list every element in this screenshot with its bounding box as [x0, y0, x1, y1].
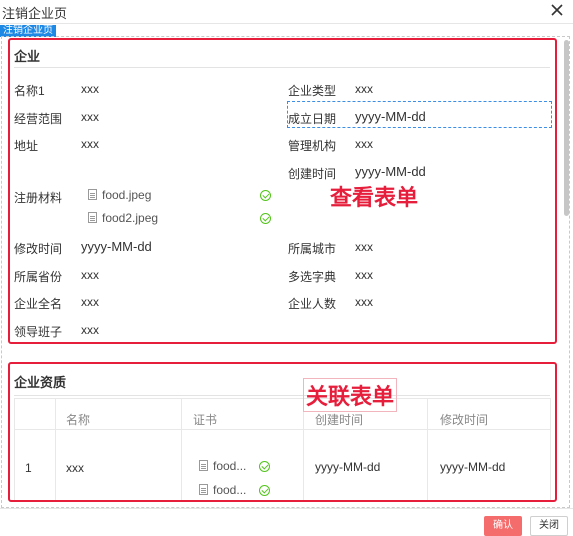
related-form-annotation-box — [8, 362, 557, 502]
confirm-button[interactable]: 确认 — [484, 516, 522, 536]
dialog-title: 注销企业页 — [2, 6, 68, 21]
scrollbar-thumb[interactable] — [564, 40, 569, 216]
view-form-annotation-box — [8, 38, 557, 344]
dialog-titlebar: 注销企业页 — [0, 0, 573, 24]
close-icon[interactable] — [549, 2, 565, 18]
dialog-footer: 确认 关闭 — [0, 508, 573, 536]
close-button[interactable]: 关闭 — [530, 516, 568, 536]
related-form-annotation: 关联表单 — [303, 378, 398, 412]
view-form-annotation: 查看表单 — [330, 185, 419, 210]
